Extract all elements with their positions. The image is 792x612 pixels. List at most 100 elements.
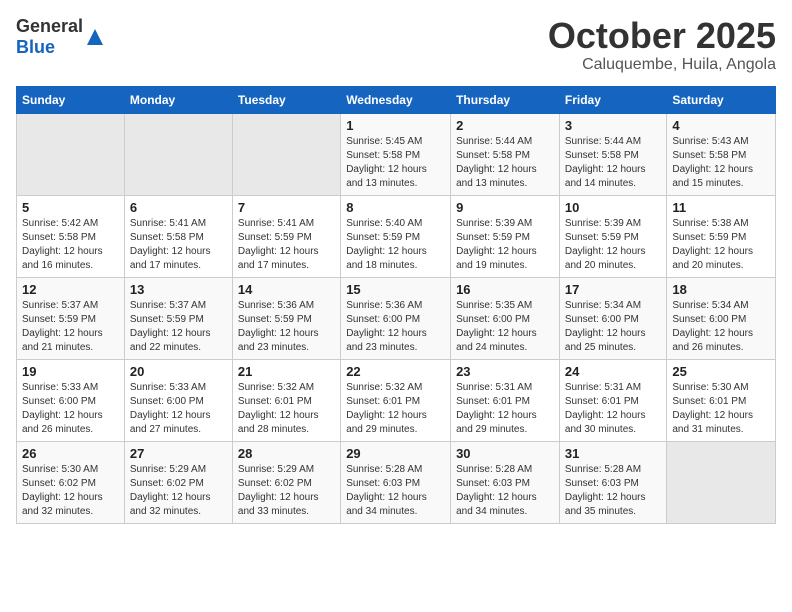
day-number: 7 [238, 200, 335, 215]
calendar-week-3: 19 Sunrise: 5:33 AM Sunset: 6:00 PM Dayli… [17, 359, 776, 441]
calendar-week-4: 26Sunrise: 5:30 AM Sunset: 6:02 PM Dayli… [17, 441, 776, 523]
day-info: Sunrise: 5:38 AM Sunset: 5:59 PM Dayligh… [672, 217, 770, 273]
day-number: 8 [346, 200, 445, 215]
day-number: 12 [22, 282, 119, 297]
day-number: 28 [238, 446, 335, 461]
day-number: 5 [22, 200, 119, 215]
calendar-cell [667, 441, 776, 523]
calendar-week-2: 12 Sunrise: 5:37 AM Sunset: 5:59 PM Dayli… [17, 277, 776, 359]
calendar-cell: 24Sunrise: 5:31 AM Sunset: 6:01 PM Dayli… [559, 359, 666, 441]
day-number: 15 [346, 282, 445, 297]
day-info: Sunrise: 5:28 AM Sunset: 6:03 PM Dayligh… [346, 463, 445, 519]
day-number: 11 [672, 200, 770, 215]
calendar-cell: 30 Sunrise: 5:28 AM Sunset: 6:03 PM Dayli… [451, 441, 560, 523]
day-info: Sunrise: 5:40 AM Sunset: 5:59 PM Dayligh… [346, 217, 445, 273]
calendar-cell: 8 Sunrise: 5:40 AM Sunset: 5:59 PM Daylig… [341, 195, 451, 277]
day-info: Sunrise: 5:30 AM Sunset: 6:01 PM Dayligh… [672, 381, 770, 437]
day-info: Sunrise: 5:41 AM Sunset: 5:59 PM Dayligh… [238, 217, 335, 273]
page-header: General Blue October 2025 Caluquembe, Hu… [16, 16, 776, 74]
day-info: Sunrise: 5:35 AM Sunset: 6:00 PM Dayligh… [456, 299, 554, 355]
day-info: Sunrise: 5:41 AM Sunset: 5:58 PM Dayligh… [130, 217, 227, 273]
day-info: Sunrise: 5:45 AM Sunset: 5:58 PM Dayligh… [346, 135, 445, 191]
location: Caluquembe, Huila, Angola [548, 56, 776, 74]
logo-general: General [16, 16, 83, 36]
calendar-week-0: 1 Sunrise: 5:45 AM Sunset: 5:58 PM Daylig… [17, 113, 776, 195]
day-info: Sunrise: 5:39 AM Sunset: 5:59 PM Dayligh… [565, 217, 661, 273]
logo: General Blue [16, 16, 105, 58]
calendar-table: SundayMondayTuesdayWednesdayThursdayFrid… [16, 86, 776, 524]
calendar-cell: 13 Sunrise: 5:37 AM Sunset: 5:59 PM Dayli… [124, 277, 232, 359]
calendar-header: SundayMondayTuesdayWednesdayThursdayFrid… [17, 86, 776, 113]
calendar-cell: 23Sunrise: 5:31 AM Sunset: 6:01 PM Dayli… [451, 359, 560, 441]
day-number: 29 [346, 446, 445, 461]
weekday-friday: Friday [559, 86, 666, 113]
day-number: 20 [130, 364, 227, 379]
calendar-cell: 26Sunrise: 5:30 AM Sunset: 6:02 PM Dayli… [17, 441, 125, 523]
calendar-cell: 6 Sunrise: 5:41 AM Sunset: 5:58 PM Daylig… [124, 195, 232, 277]
day-info: Sunrise: 5:28 AM Sunset: 6:03 PM Dayligh… [456, 463, 554, 519]
day-number: 13 [130, 282, 227, 297]
day-info: Sunrise: 5:31 AM Sunset: 6:01 PM Dayligh… [565, 381, 661, 437]
calendar-cell [232, 113, 340, 195]
weekday-monday: Monday [124, 86, 232, 113]
weekday-saturday: Saturday [667, 86, 776, 113]
day-info: Sunrise: 5:33 AM Sunset: 6:00 PM Dayligh… [130, 381, 227, 437]
day-info: Sunrise: 5:32 AM Sunset: 6:01 PM Dayligh… [238, 381, 335, 437]
calendar-cell: 1 Sunrise: 5:45 AM Sunset: 5:58 PM Daylig… [341, 113, 451, 195]
calendar-cell: 15 Sunrise: 5:36 AM Sunset: 6:00 PM Dayli… [341, 277, 451, 359]
day-number: 25 [672, 364, 770, 379]
logo-blue: Blue [16, 37, 55, 57]
day-info: Sunrise: 5:44 AM Sunset: 5:58 PM Dayligh… [456, 135, 554, 191]
calendar-cell: 22Sunrise: 5:32 AM Sunset: 6:01 PM Dayli… [341, 359, 451, 441]
day-info: Sunrise: 5:34 AM Sunset: 6:00 PM Dayligh… [565, 299, 661, 355]
calendar-cell: 14Sunrise: 5:36 AM Sunset: 5:59 PM Dayli… [232, 277, 340, 359]
day-number: 18 [672, 282, 770, 297]
calendar-body: 1 Sunrise: 5:45 AM Sunset: 5:58 PM Daylig… [17, 113, 776, 523]
calendar-cell: 21Sunrise: 5:32 AM Sunset: 6:01 PM Dayli… [232, 359, 340, 441]
calendar-cell: 29 Sunrise: 5:28 AM Sunset: 6:03 PM Dayli… [341, 441, 451, 523]
day-number: 4 [672, 118, 770, 133]
day-info: Sunrise: 5:43 AM Sunset: 5:58 PM Dayligh… [672, 135, 770, 191]
day-info: Sunrise: 5:30 AM Sunset: 6:02 PM Dayligh… [22, 463, 119, 519]
calendar-cell: 10 Sunrise: 5:39 AM Sunset: 5:59 PM Dayli… [559, 195, 666, 277]
day-number: 30 [456, 446, 554, 461]
day-info: Sunrise: 5:28 AM Sunset: 6:03 PM Dayligh… [565, 463, 661, 519]
calendar-cell: 31 Sunrise: 5:28 AM Sunset: 6:03 PM Dayli… [559, 441, 666, 523]
calendar-cell: 7 Sunrise: 5:41 AM Sunset: 5:59 PM Daylig… [232, 195, 340, 277]
day-info: Sunrise: 5:33 AM Sunset: 6:00 PM Dayligh… [22, 381, 119, 437]
calendar-cell: 20 Sunrise: 5:33 AM Sunset: 6:00 PM Dayli… [124, 359, 232, 441]
day-number: 2 [456, 118, 554, 133]
month-title: October 2025 [548, 16, 776, 56]
calendar-cell: 2 Sunrise: 5:44 AM Sunset: 5:58 PM Daylig… [451, 113, 560, 195]
calendar-cell: 4 Sunrise: 5:43 AM Sunset: 5:58 PM Daylig… [667, 113, 776, 195]
weekday-thursday: Thursday [451, 86, 560, 113]
day-number: 10 [565, 200, 661, 215]
day-number: 23 [456, 364, 554, 379]
calendar-cell [124, 113, 232, 195]
day-info: Sunrise: 5:42 AM Sunset: 5:58 PM Dayligh… [22, 217, 119, 273]
day-info: Sunrise: 5:39 AM Sunset: 5:59 PM Dayligh… [456, 217, 554, 273]
day-info: Sunrise: 5:29 AM Sunset: 6:02 PM Dayligh… [130, 463, 227, 519]
calendar-cell: 9Sunrise: 5:39 AM Sunset: 5:59 PM Daylig… [451, 195, 560, 277]
calendar-cell: 11 Sunrise: 5:38 AM Sunset: 5:59 PM Dayli… [667, 195, 776, 277]
day-number: 16 [456, 282, 554, 297]
day-info: Sunrise: 5:32 AM Sunset: 6:01 PM Dayligh… [346, 381, 445, 437]
day-info: Sunrise: 5:37 AM Sunset: 5:59 PM Dayligh… [22, 299, 119, 355]
calendar-cell: 12 Sunrise: 5:37 AM Sunset: 5:59 PM Dayli… [17, 277, 125, 359]
day-info: Sunrise: 5:36 AM Sunset: 6:00 PM Dayligh… [346, 299, 445, 355]
day-info: Sunrise: 5:37 AM Sunset: 5:59 PM Dayligh… [130, 299, 227, 355]
day-number: 1 [346, 118, 445, 133]
day-number: 31 [565, 446, 661, 461]
title-block: October 2025 Caluquembe, Huila, Angola [548, 16, 776, 74]
day-info: Sunrise: 5:36 AM Sunset: 5:59 PM Dayligh… [238, 299, 335, 355]
weekday-header-row: SundayMondayTuesdayWednesdayThursdayFrid… [17, 86, 776, 113]
calendar-cell: 5 Sunrise: 5:42 AM Sunset: 5:58 PM Daylig… [17, 195, 125, 277]
day-info: Sunrise: 5:44 AM Sunset: 5:58 PM Dayligh… [565, 135, 661, 191]
day-number: 3 [565, 118, 661, 133]
calendar-cell: 16 Sunrise: 5:35 AM Sunset: 6:00 PM Dayli… [451, 277, 560, 359]
day-number: 19 [22, 364, 119, 379]
day-number: 6 [130, 200, 227, 215]
weekday-wednesday: Wednesday [341, 86, 451, 113]
day-number: 27 [130, 446, 227, 461]
calendar-cell: 28Sunrise: 5:29 AM Sunset: 6:02 PM Dayli… [232, 441, 340, 523]
